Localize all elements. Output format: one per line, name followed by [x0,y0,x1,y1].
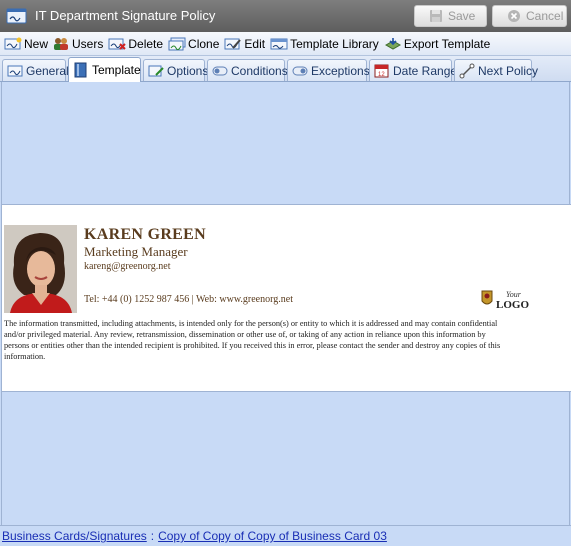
users-icon [54,37,69,50]
svg-text:Your: Your [506,290,522,299]
export-template-button[interactable]: Export Template [384,36,491,51]
tab-general-label: General [26,63,69,78]
next-policy-link-icon [459,63,475,78]
delete-label: Delete [128,36,164,51]
toolbar: New Users Delete Clone Edit Template Lib… [0,32,571,56]
clone-label: Clone [188,36,220,51]
signature-email: kareng@greenorg.net [84,261,171,272]
tab-conditions-label: Conditions [231,63,288,78]
signature-disclaimer: The information transmitted, including a… [4,319,501,361]
svg-text:LOGO: LOGO [496,299,529,311]
tab-general[interactable]: General [2,59,69,81]
template-library-label: Template Library [290,36,379,51]
cancel-icon [508,10,520,22]
signature-job-title: Marketing Manager [84,244,188,259]
tab-exceptions[interactable]: Exceptions [287,59,370,81]
window-title: IT Department Signature Policy [35,8,216,23]
options-icon [148,65,164,76]
new-signature-icon [4,37,22,49]
signature-contact: Tel: +44 (0) 1252 987 456 | Web: www.gre… [84,294,293,305]
save-label: Save [448,9,476,23]
tab-conditions[interactable]: Conditions [207,59,288,81]
edit-signature-icon [224,38,242,49]
calendar-icon: 12 [374,64,389,78]
new-button[interactable]: New [4,37,48,51]
breadcrumb-separator: : [150,529,155,543]
general-signature-icon [7,65,23,76]
new-label: New [24,36,49,51]
save-button[interactable]: Save [414,5,487,27]
template-library-button[interactable]: Template Library [270,37,379,51]
template-library-icon [270,38,288,49]
tab-date-range-label: Date Range [393,63,458,78]
tab-options-label: Options [167,63,209,78]
tab-options[interactable]: Options [143,59,209,81]
tab-template-label: Template [92,63,141,77]
tab-next-policy-label: Next Policy [478,63,539,78]
delete-signature-icon [108,38,127,50]
tab-template[interactable]: Template [68,57,141,82]
export-icon [384,37,401,50]
delete-button[interactable]: Delete [108,37,163,51]
breadcrumb: Business Cards/Signatures : Copy of Copy… [0,525,571,546]
profile-photo [4,225,77,313]
edit-button[interactable]: Edit [224,37,265,51]
floppy-disk-icon [430,10,442,22]
breadcrumb-current-link[interactable]: Copy of Copy of Copy of Business Card 03 [158,529,387,543]
breadcrumb-root-link[interactable]: Business Cards/Signatures [2,529,147,543]
users-label: Users [72,36,104,51]
tab-exceptions-label: Exceptions [311,63,370,78]
users-button[interactable]: Users [53,37,103,51]
conditions-icon [212,66,228,75]
template-book-icon [74,62,87,78]
clone-button[interactable]: Clone [168,37,219,51]
company-logo: Your LOGO [478,287,540,311]
export-template-label: Export Template [403,36,491,51]
clone-signature-icon [168,37,186,50]
tab-next-policy[interactable]: Next Policy [454,59,538,81]
signature-name: KAREN GREEN [84,226,206,243]
cancel-label: Cancel [526,9,564,23]
signature-app-icon [6,8,27,24]
cancel-button[interactable]: Cancel [492,5,567,27]
title-bar: IT Department Signature Policy Save Canc… [0,0,571,32]
template-panel: KAREN GREEN Marketing Manager kareng@gre… [1,82,571,525]
exceptions-icon [292,66,308,75]
tab-date-range[interactable]: 12 Date Range [369,59,457,81]
svg-text:12: 12 [378,72,385,78]
signature-preview[interactable]: KAREN GREEN Marketing Manager kareng@gre… [2,204,571,392]
tab-strip: General Template Options Conditions Exce… [0,56,571,82]
edit-label: Edit [244,36,266,51]
